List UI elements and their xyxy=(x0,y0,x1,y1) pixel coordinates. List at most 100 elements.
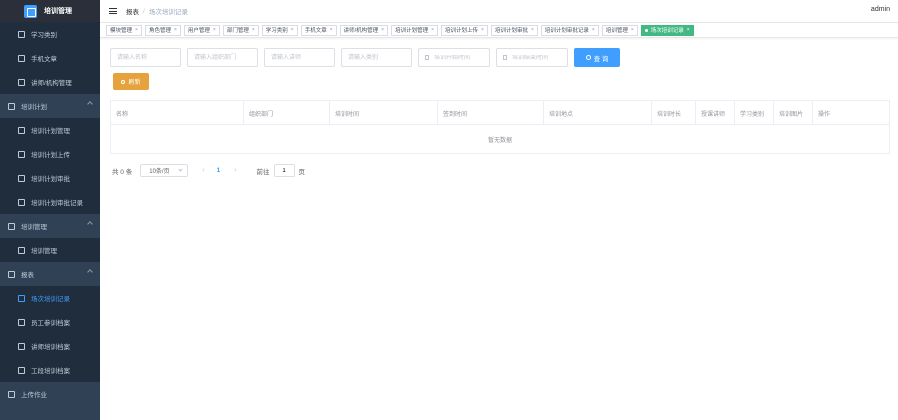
close-icon[interactable]: × xyxy=(592,27,595,33)
edit-icon xyxy=(18,174,25,182)
active-dot-icon xyxy=(644,28,648,32)
end-date-picker[interactable] xyxy=(496,48,568,67)
sidebar-item-label: 培训计划上传 xyxy=(31,152,70,159)
refresh-icon xyxy=(121,79,126,84)
chevron-up-icon xyxy=(87,269,93,275)
sidebar-item-13[interactable]: 讲师培训档案 xyxy=(0,334,100,358)
tag-label: 培训计划管理 xyxy=(395,28,429,34)
column-header: 名称 xyxy=(111,101,244,125)
close-icon[interactable]: × xyxy=(135,27,138,33)
tag-5[interactable]: 手机文章 × xyxy=(300,24,337,36)
sidebar-item-9[interactable]: 培训管理 xyxy=(0,238,100,262)
sidebar-item-5[interactable]: 培训计划上传 xyxy=(0,142,100,166)
tag-9[interactable]: 培训计划审批 × xyxy=(490,24,538,36)
column-header: 签到时间 xyxy=(438,101,544,125)
tag-0[interactable]: 模块管理 × xyxy=(106,24,142,36)
prev-page-button[interactable]: ‹ xyxy=(202,167,204,174)
sidebar-item-6[interactable]: 培训计划审批 xyxy=(0,166,100,190)
sidebar-item-1[interactable]: 手机文章 xyxy=(0,46,100,70)
tag-7[interactable]: 培训计划管理 × xyxy=(391,24,439,36)
sidebar-item-label: 讲师培训档案 xyxy=(31,344,70,351)
breadcrumb-item-reports[interactable]: 报表 xyxy=(126,6,139,16)
user-menu[interactable]: admin xyxy=(871,6,890,13)
tag-label: 用户管理 xyxy=(187,28,210,34)
sidebar-item-label: 手机文章 xyxy=(31,56,57,63)
close-icon[interactable]: × xyxy=(687,27,690,33)
tag-label: 模块管理 xyxy=(110,28,133,34)
start-date-input[interactable] xyxy=(434,54,489,61)
sidebar-item-label: 培训管理 xyxy=(21,224,47,231)
next-page-button[interactable]: › xyxy=(234,167,236,174)
name-input[interactable] xyxy=(110,48,181,67)
sidebar-group-3[interactable]: 培训计划 xyxy=(0,94,100,118)
card-icon xyxy=(8,222,15,230)
sidebar-item-14[interactable]: 工段培训档案 xyxy=(0,358,100,382)
sidebar-item-7[interactable]: 培训计划审批记录 xyxy=(0,190,100,214)
lecturer-input[interactable] xyxy=(264,48,335,67)
close-icon[interactable]: × xyxy=(174,27,177,33)
tag-3[interactable]: 部门管理 × xyxy=(222,24,259,36)
tag-6[interactable]: 讲师/机构管理 × xyxy=(339,24,389,36)
tag-10[interactable]: 培训计划审批记录 × xyxy=(540,24,599,36)
tag-label: 培训管理 xyxy=(605,28,628,34)
sidebar-item-label: 培训计划审批记录 xyxy=(31,200,83,207)
page-number[interactable]: 1 xyxy=(217,167,221,174)
close-icon[interactable]: × xyxy=(531,27,534,33)
close-icon[interactable]: × xyxy=(330,27,333,33)
sidebar-item-label: 培训管理 xyxy=(31,248,57,255)
tag-8[interactable]: 培训计划上传 × xyxy=(441,24,488,36)
chevron-up-icon xyxy=(87,101,93,107)
column-header: 培训时间 xyxy=(330,101,438,125)
sidebar-group-8[interactable]: 培训管理 xyxy=(0,214,100,238)
close-icon[interactable]: × xyxy=(481,27,484,33)
close-icon[interactable]: × xyxy=(213,27,216,33)
page-size-select[interactable]: 10条/页 xyxy=(140,164,189,177)
tag-label: 场次培训记录 xyxy=(650,28,684,34)
start-date-picker[interactable] xyxy=(418,48,490,67)
sidebar-group-10[interactable]: 报表 xyxy=(0,262,100,286)
close-icon[interactable]: × xyxy=(252,27,255,33)
goto-page-input[interactable] xyxy=(273,164,295,177)
tag-12[interactable]: 场次培训记录 × xyxy=(640,24,694,36)
empty-state: 暂无数据 xyxy=(487,137,512,144)
chevron-up-icon xyxy=(87,221,93,227)
refresh-button-label: 刷新 xyxy=(128,80,141,86)
sidebar-group-15[interactable]: 上传作业 xyxy=(0,382,100,406)
navbar: 报表 / 场次培训记录 admin xyxy=(100,0,898,22)
tag-label: 培训计划审批 xyxy=(494,28,528,34)
column-header: 培训时长 xyxy=(652,101,696,125)
sidebar-item-2[interactable]: 讲师/机构管理 xyxy=(0,70,100,94)
close-icon[interactable]: × xyxy=(381,27,384,33)
mail-icon xyxy=(18,150,25,158)
close-icon[interactable]: × xyxy=(431,27,434,33)
sidebar-item-12[interactable]: 员工参训档案 xyxy=(0,310,100,334)
app-logo-icon xyxy=(24,4,37,18)
window-icon xyxy=(18,342,25,350)
window-icon xyxy=(18,246,25,254)
sidebar-item-0[interactable]: 学习类别 xyxy=(0,22,100,46)
end-date-input[interactable] xyxy=(512,54,567,61)
records-table: 名称 组织部门 培训时间 签到时间 培训地点 培训时长 授课讲师 学习类别 培训图片 操作 暂无数… xyxy=(110,100,890,154)
tag-1[interactable]: 角色管理 × xyxy=(144,24,181,36)
refresh-button[interactable]: 刷新 xyxy=(113,73,149,90)
tag-2[interactable]: 用户管理 × xyxy=(183,24,220,36)
hamburger-icon[interactable] xyxy=(109,8,117,14)
department-input[interactable] xyxy=(187,48,258,67)
search-button-label: 查 询 xyxy=(593,55,609,63)
sidebar-item-label: 培训计划管理 xyxy=(31,128,70,135)
document-icon xyxy=(18,30,25,38)
search-button[interactable]: 查 询 xyxy=(574,48,620,67)
sidebar-item-11[interactable]: 场次培训记录 xyxy=(0,286,100,310)
column-header: 操作 xyxy=(818,111,831,118)
tag-4[interactable]: 学习类别 × xyxy=(261,24,298,36)
close-icon[interactable]: × xyxy=(631,27,634,33)
column-header: 培训图片 xyxy=(774,101,813,125)
column-header: 培训地点 xyxy=(544,101,652,125)
close-icon[interactable]: × xyxy=(291,27,294,33)
category-input[interactable] xyxy=(341,48,412,67)
sidebar-item-label: 报表 xyxy=(21,272,34,279)
page-size-value: 10条/页 xyxy=(149,169,170,175)
sidebar-item-4[interactable]: 培训计划管理 xyxy=(0,118,100,142)
tag-11[interactable]: 培训管理 × xyxy=(601,24,638,36)
column-header: 授课讲师 xyxy=(696,101,735,125)
